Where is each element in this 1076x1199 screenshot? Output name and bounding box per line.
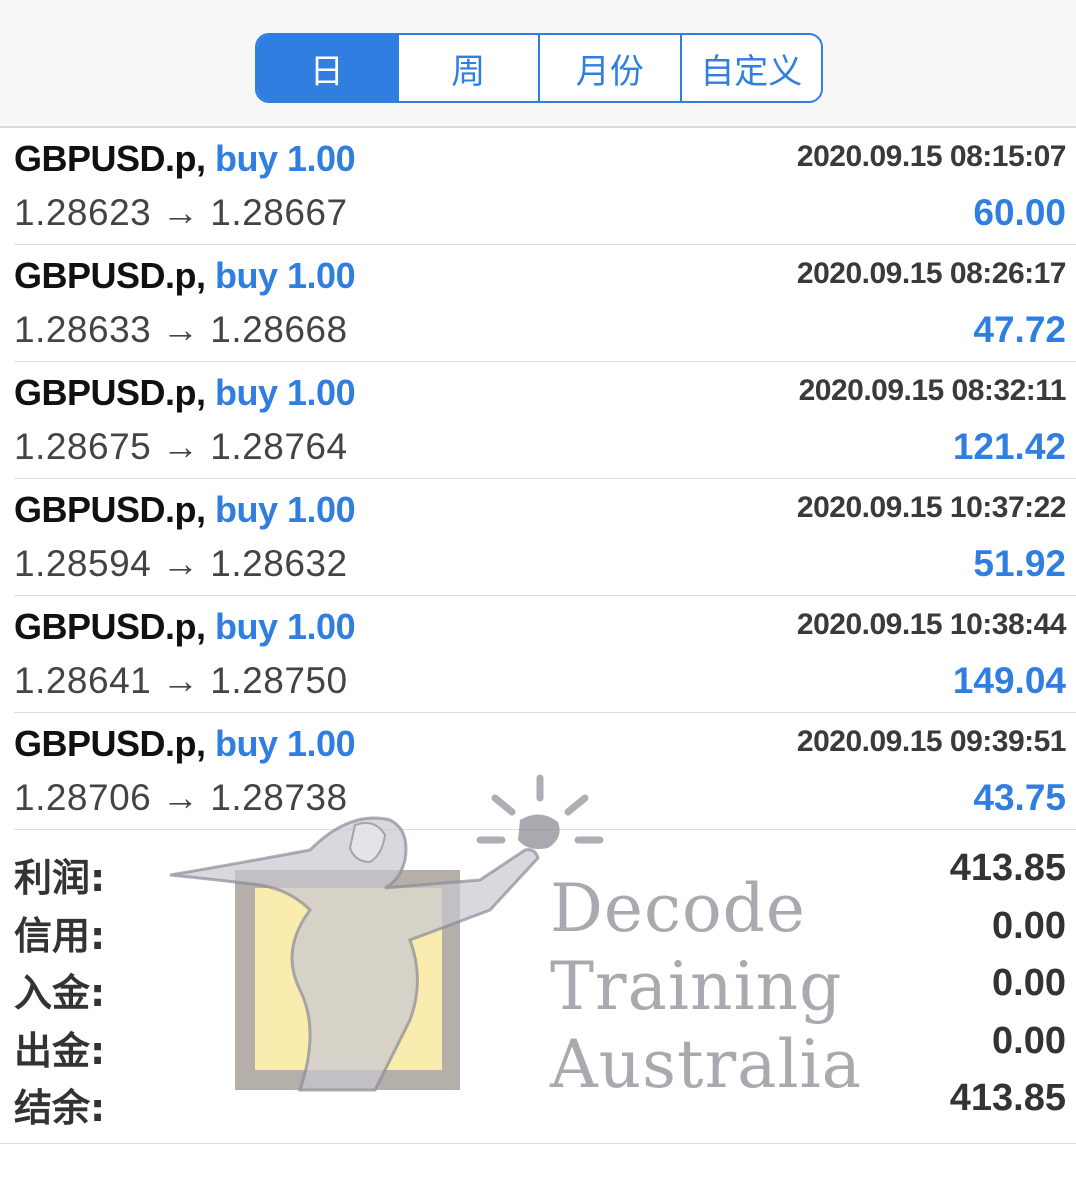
trade-time: 2020.09.15 10:37:22 — [796, 491, 1067, 524]
trade-symbol: GBPUSD.p, buy 1.00 — [14, 606, 356, 648]
trade-prices: 1.28633 → 1.28668 — [14, 309, 348, 350]
symbol-label: GBPUSD.p, — [14, 489, 206, 530]
period-header: 日 周 月份 自定义 — [0, 0, 1076, 128]
summary-row-balance: 结余: 413.85 — [14, 1073, 1066, 1131]
trade-row[interactable]: GBPUSD.p, buy 1.00 2020.09.15 08:15:07 1… — [14, 128, 1076, 245]
summary-label: 出金: — [14, 1028, 106, 1073]
history-screen: 日 周 月份 自定义 GBPUSD.p, buy 1.00 2020.09.15… — [0, 0, 1076, 1199]
trade-profit: 149.04 — [952, 660, 1066, 701]
symbol-label: GBPUSD.p, — [14, 606, 206, 647]
trade-profit: 47.72 — [973, 309, 1066, 350]
summary-label: 入金: — [14, 971, 106, 1015]
tab-week[interactable]: 周 — [399, 35, 540, 101]
trade-prices: 1.28594 → 1.28632 — [14, 543, 348, 584]
side-volume-label: buy 1.00 — [215, 606, 356, 647]
period-segmented-control: 日 周 月份 自定义 — [255, 33, 823, 103]
summary-value: 0.00 — [992, 904, 1066, 947]
trade-prices: 1.28641 → 1.28750 — [14, 660, 348, 701]
tab-day[interactable]: 日 — [257, 35, 399, 101]
summary-row-profit: 利润: 413.85 — [14, 843, 1066, 901]
trade-symbol: GBPUSD.p, buy 1.00 — [14, 723, 356, 765]
summary-value: 0.00 — [992, 1019, 1066, 1062]
divider — [0, 1143, 1076, 1144]
trade-row[interactable]: GBPUSD.p, buy 1.00 2020.09.15 10:37:22 1… — [14, 479, 1076, 596]
summary-label: 利润: — [14, 856, 106, 900]
summary-row-credit: 信用: 0.00 — [14, 901, 1066, 959]
symbol-label: GBPUSD.p, — [14, 255, 206, 296]
trade-list: GBPUSD.p, buy 1.00 2020.09.15 08:15:07 1… — [0, 128, 1076, 830]
trade-time: 2020.09.15 10:38:44 — [796, 608, 1067, 641]
trade-prices: 1.28675 → 1.28764 — [14, 426, 348, 467]
trade-prices: 1.28623 → 1.28667 — [14, 192, 348, 233]
side-volume-label: buy 1.00 — [215, 372, 356, 413]
trade-symbol: GBPUSD.p, buy 1.00 — [14, 489, 356, 531]
trade-row[interactable]: GBPUSD.p, buy 1.00 2020.09.15 10:38:44 1… — [14, 596, 1076, 713]
summary-value: 413.85 — [949, 1077, 1066, 1119]
summary-value: 0.00 — [992, 962, 1066, 1004]
side-volume-label: buy 1.00 — [215, 489, 356, 530]
tab-month[interactable]: 月份 — [540, 35, 682, 101]
trade-symbol: GBPUSD.p, buy 1.00 — [14, 255, 356, 297]
symbol-label: GBPUSD.p, — [14, 138, 206, 179]
symbol-label: GBPUSD.p, — [14, 372, 206, 413]
side-volume-label: buy 1.00 — [215, 255, 356, 296]
trade-symbol: GBPUSD.p, buy 1.00 — [14, 138, 356, 180]
trade-time: 2020.09.15 08:26:17 — [796, 257, 1067, 290]
trade-time: 2020.09.15 08:32:11 — [798, 374, 1067, 407]
side-volume-label: buy 1.00 — [215, 723, 356, 764]
trade-row[interactable]: GBPUSD.p, buy 1.00 2020.09.15 08:26:17 1… — [14, 245, 1076, 362]
summary-label: 信用: — [14, 913, 106, 958]
trade-prices: 1.28706 → 1.28738 — [14, 777, 348, 818]
summary-row-withdrawal: 出金: 0.00 — [14, 1016, 1066, 1074]
trade-row[interactable]: GBPUSD.p, buy 1.00 2020.09.15 09:39:51 1… — [14, 713, 1076, 830]
symbol-label: GBPUSD.p, — [14, 723, 206, 764]
trade-time: 2020.09.15 08:15:07 — [796, 140, 1067, 173]
trade-symbol: GBPUSD.p, buy 1.00 — [14, 372, 356, 414]
account-summary: 利润: 413.85 信用: 0.00 入金: 0.00 出金: 0.00 结余… — [14, 843, 1066, 1131]
trade-profit: 51.92 — [973, 543, 1066, 584]
trade-profit: 121.42 — [952, 426, 1066, 467]
trade-row[interactable]: GBPUSD.p, buy 1.00 2020.09.15 08:32:11 1… — [14, 362, 1076, 479]
summary-row-deposit: 入金: 0.00 — [14, 958, 1066, 1016]
trade-time: 2020.09.15 09:39:51 — [796, 725, 1067, 758]
summary-value: 413.85 — [949, 847, 1066, 889]
side-volume-label: buy 1.00 — [215, 138, 356, 179]
tab-custom[interactable]: 自定义 — [682, 35, 822, 101]
trade-profit: 60.00 — [973, 192, 1066, 233]
trade-profit: 43.75 — [973, 777, 1066, 818]
summary-label: 结余: — [14, 1086, 106, 1130]
